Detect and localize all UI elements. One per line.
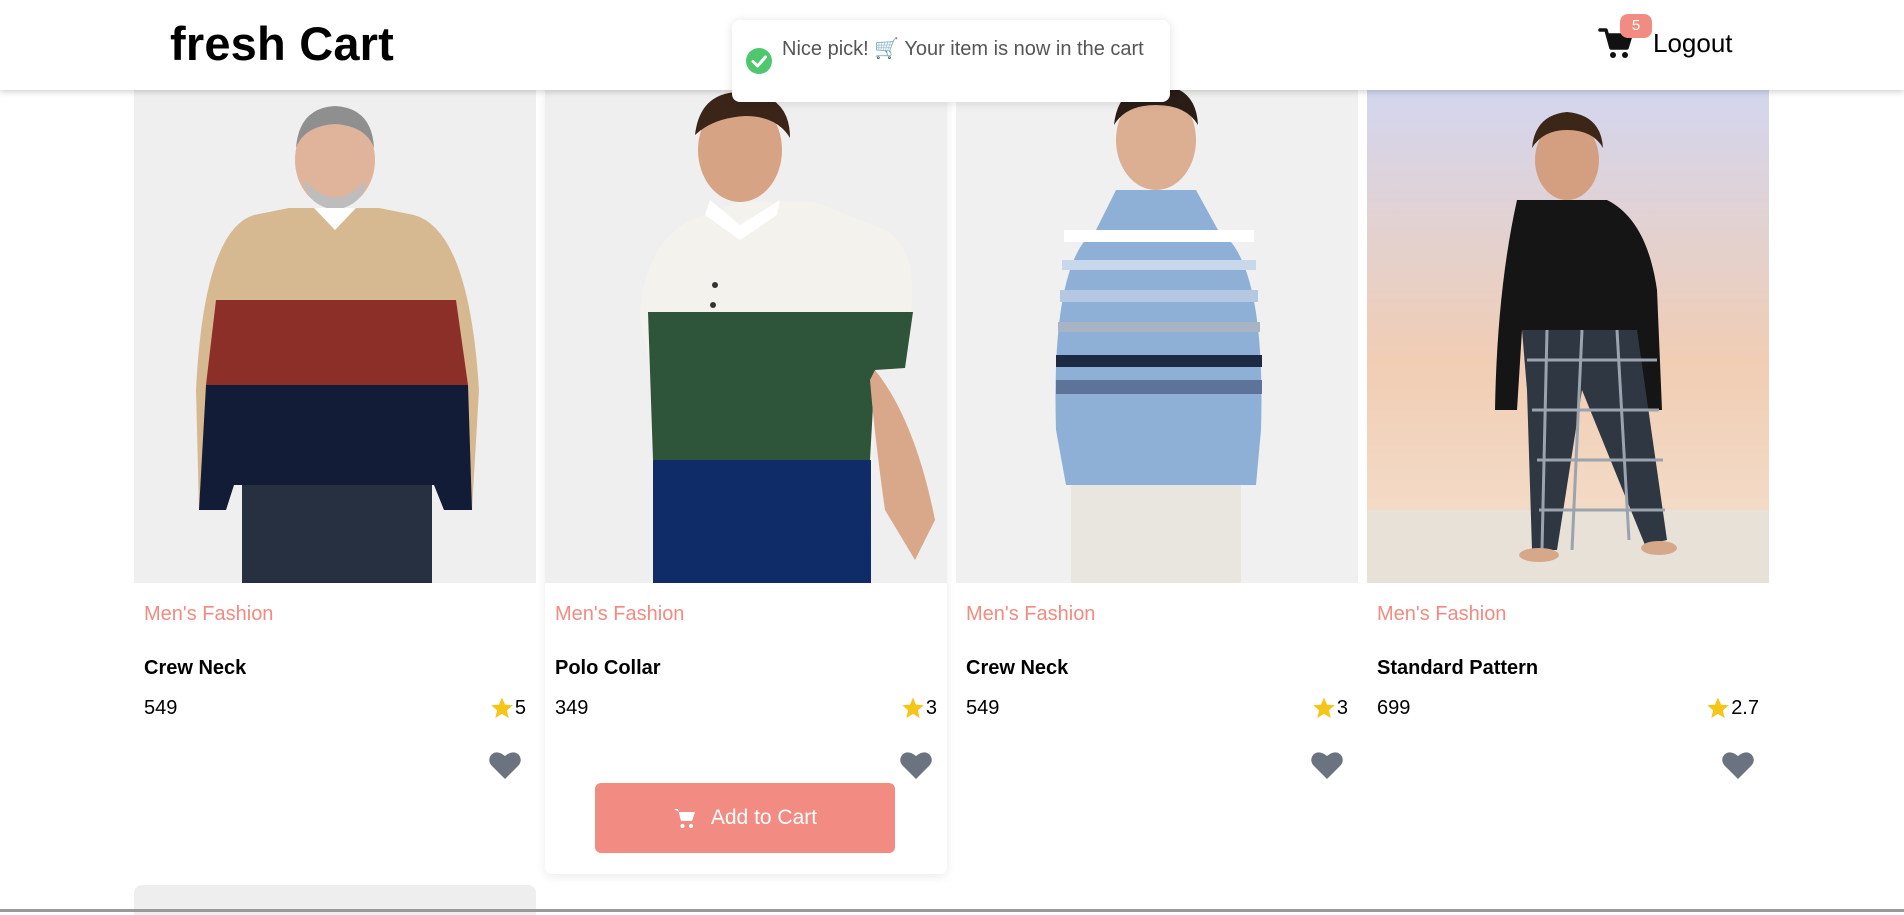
product-title: Polo Collar: [555, 657, 661, 679]
heart-icon[interactable]: [1310, 750, 1344, 780]
product-price: 549: [966, 697, 1000, 719]
product-category: Men's Fashion: [555, 603, 685, 625]
product-rating: 3: [901, 696, 937, 720]
toast-notification[interactable]: Nice pick! 🛒 Your item is now in the car…: [732, 20, 1170, 102]
product-rating: 2.7: [1706, 696, 1759, 720]
product-card[interactable]: Men's Fashion Crew Neck 549 5: [134, 90, 536, 874]
shopping-cart-icon: [673, 809, 695, 828]
rating-value: 2.7: [1731, 696, 1759, 719]
product-image[interactable]: [545, 90, 947, 583]
product-title: Crew Neck: [144, 657, 247, 679]
cart-count-badge: 5: [1620, 14, 1652, 38]
cart-button[interactable]: 5: [1598, 14, 1652, 62]
product-price: 549: [144, 697, 178, 719]
star-icon: [491, 697, 513, 718]
heart-icon[interactable]: [488, 750, 522, 780]
rating-value: 3: [1336, 696, 1348, 719]
toast-message: Nice pick! 🛒 Your item is now in the car…: [782, 38, 1144, 60]
heart-icon[interactable]: [1721, 750, 1755, 780]
product-category: Men's Fashion: [1377, 603, 1507, 625]
product-rating: 3: [1312, 696, 1348, 720]
brand-logo[interactable]: fresh Cart: [170, 16, 394, 71]
add-to-cart-label: Add to Cart: [710, 806, 818, 829]
product-image[interactable]: [956, 90, 1358, 583]
product-card[interactable]: Men's Fashion Polo Collar 349 3 Add to C…: [545, 90, 947, 874]
product-card[interactable]: Men's Fashion Standard Pattern 699 2.7: [1367, 90, 1769, 874]
product-price: 699: [1377, 697, 1411, 719]
rating-value: 5: [514, 696, 526, 719]
product-category: Men's Fashion: [966, 603, 1096, 625]
star-icon: [1313, 697, 1335, 718]
product-image[interactable]: [1367, 90, 1769, 583]
heart-icon[interactable]: [899, 750, 933, 780]
add-to-cart-button[interactable]: Add to Cart: [595, 783, 895, 853]
product-category: Men's Fashion: [144, 603, 274, 625]
product-title: Crew Neck: [966, 657, 1069, 679]
product-image[interactable]: [134, 90, 536, 583]
star-icon: [1707, 697, 1729, 718]
product-rating: 5: [490, 696, 526, 720]
product-title: Standard Pattern: [1377, 657, 1539, 679]
logout-link[interactable]: Logout: [1653, 28, 1733, 59]
star-icon: [902, 697, 924, 718]
product-price: 349: [555, 697, 589, 719]
product-card[interactable]: Men's Fashion Crew Neck 549 3: [956, 90, 1358, 874]
check-circle-icon: [746, 48, 772, 74]
rating-value: 3: [925, 696, 937, 719]
